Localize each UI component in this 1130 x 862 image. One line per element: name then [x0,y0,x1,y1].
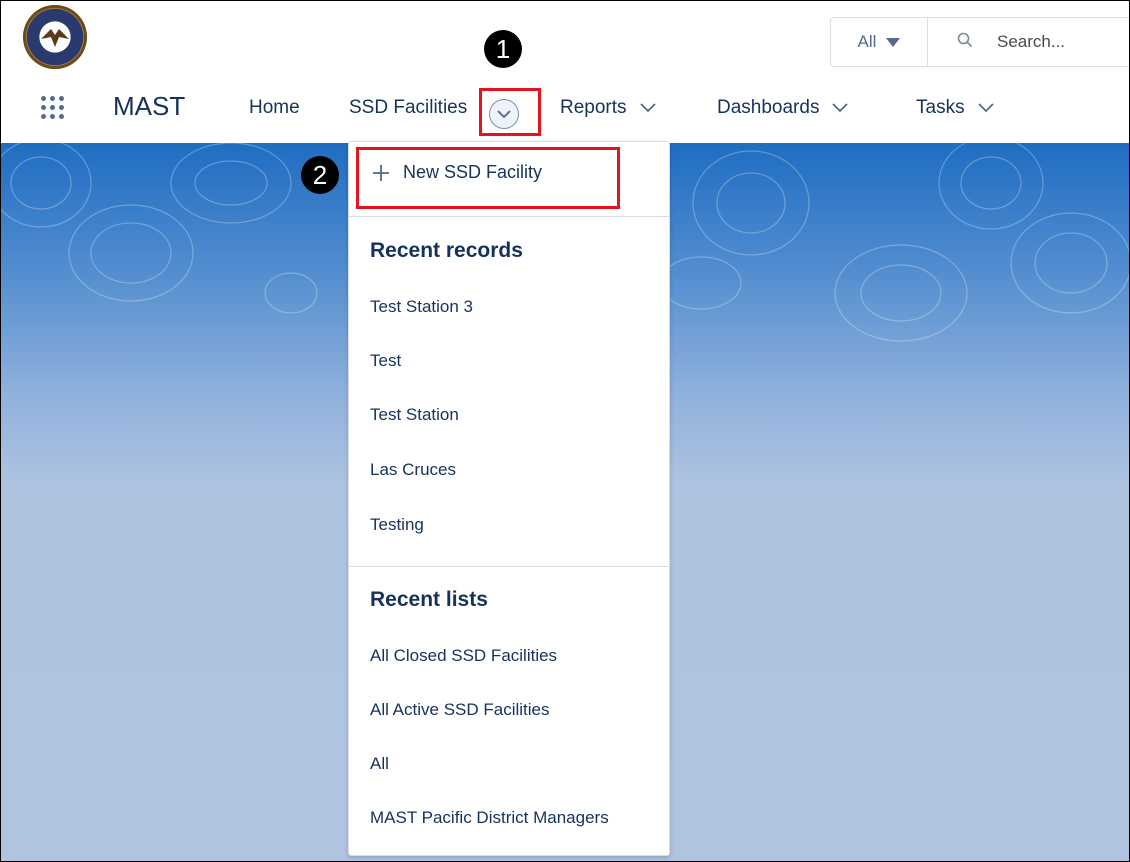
ssd-facilities-dropdown-menu: New SSD Facility Recent records Test Sta… [348,141,670,856]
nav-label: Reports [560,97,627,118]
caret-down-icon [886,37,901,47]
nav-item-reports[interactable]: Reports [560,97,657,119]
app-name: MAST [113,91,186,121]
recent-record-item[interactable]: Testing [370,515,424,535]
chevron-down-icon[interactable] [639,102,657,114]
recent-records-heading: Recent records [370,239,523,262]
nav-label: Dashboards [717,97,820,118]
recent-list-item[interactable]: MAST Pacific District Managers [370,808,609,828]
recent-record-item[interactable]: Las Cruces [370,460,456,480]
search-scope-dropdown[interactable]: All [831,18,928,66]
step-1-badge: 1 [484,30,522,68]
recent-lists-heading: Recent lists [370,588,488,611]
nav-item-dashboards[interactable]: Dashboards [717,97,849,119]
chevron-down-icon[interactable] [831,102,849,114]
nav-item-home[interactable]: Home [249,97,300,119]
step-1-highlight [479,88,541,136]
global-header: All MAST Home SSD Facilities R [1,1,1129,143]
chevron-down-icon[interactable] [977,102,995,114]
search-field [937,18,1129,66]
recent-record-item[interactable]: Test [370,351,401,371]
nav-label: Home [249,97,300,118]
app-window: All MAST Home SSD Facilities R [0,0,1130,862]
nav-item-ssd-facilities[interactable]: SSD Facilities [349,97,467,119]
recent-record-item[interactable]: Test Station 3 [370,297,473,317]
search-icon [957,32,973,53]
recent-list-item[interactable]: All Active SSD Facilities [370,700,550,720]
recent-list-item[interactable]: All Closed SSD Facilities [370,646,557,666]
nav-item-tasks[interactable]: Tasks [916,97,995,119]
recent-record-item[interactable]: Test Station [370,405,459,425]
nav-label: Tasks [916,97,965,118]
menu-divider [349,216,669,217]
recent-list-item[interactable]: All [370,754,389,774]
search-input[interactable] [995,31,1129,53]
search-scope-label: All [857,32,877,51]
app-launcher-icon[interactable] [41,96,67,126]
seal-logo[interactable] [23,5,87,69]
step-2-badge: 2 [301,156,339,194]
global-search: All [830,17,1129,67]
step-2-highlight [356,147,620,209]
menu-divider [349,566,669,567]
nav-label: SSD Facilities [349,97,468,118]
